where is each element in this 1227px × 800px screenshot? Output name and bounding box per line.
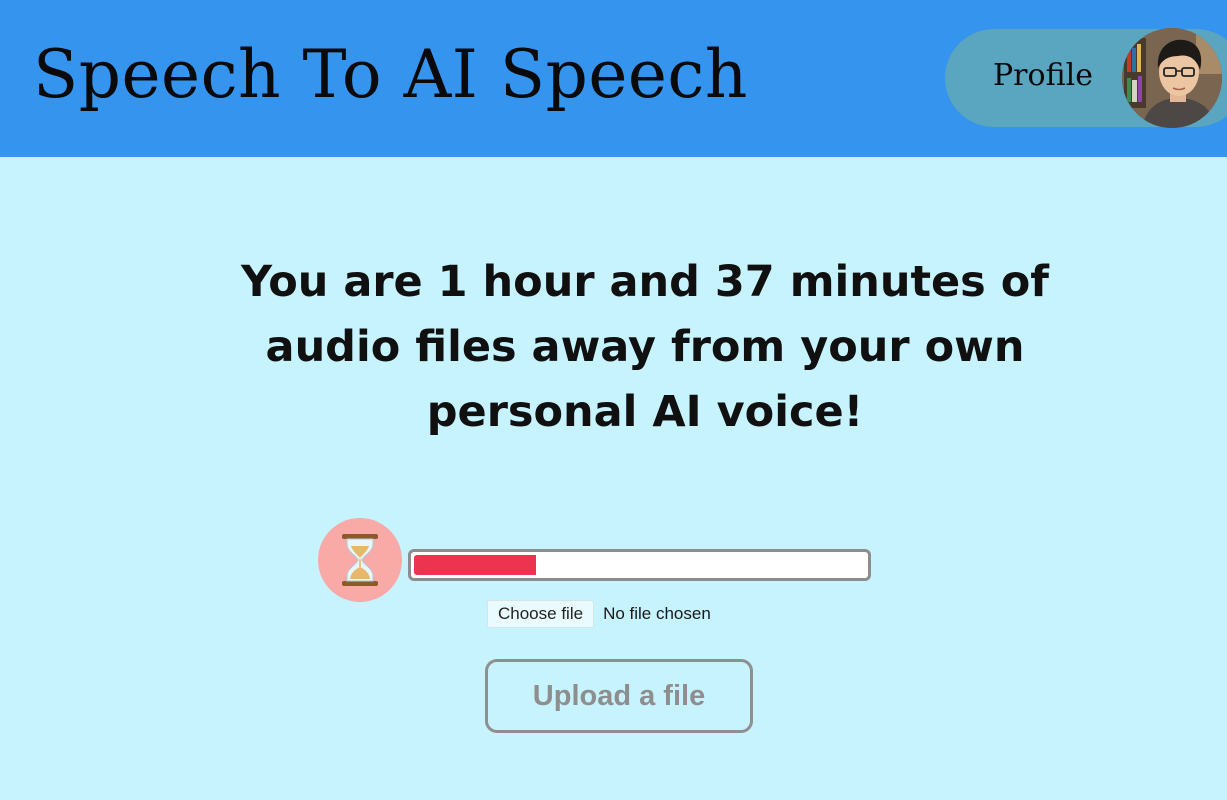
hourglass-badge bbox=[318, 518, 402, 602]
user-avatar-icon bbox=[1122, 28, 1222, 128]
upload-file-button[interactable]: Upload a file bbox=[485, 659, 753, 733]
choose-file-button[interactable]: Choose file bbox=[487, 600, 595, 628]
hourglass-icon bbox=[342, 534, 378, 586]
app-title: Speech To AI Speech bbox=[33, 36, 748, 113]
progress-bar-fill bbox=[414, 555, 536, 575]
file-status-text: No file chosen bbox=[603, 604, 711, 623]
profile-label: Profile bbox=[993, 58, 1093, 93]
headline-text: You are 1 hour and 37 minutes of audio f… bbox=[241, 257, 1049, 437]
file-input: Choose file No file chosen bbox=[487, 600, 711, 628]
progress-bar bbox=[408, 549, 871, 581]
avatar[interactable] bbox=[1122, 28, 1222, 128]
app-header: Speech To AI Speech Profile bbox=[0, 0, 1227, 157]
